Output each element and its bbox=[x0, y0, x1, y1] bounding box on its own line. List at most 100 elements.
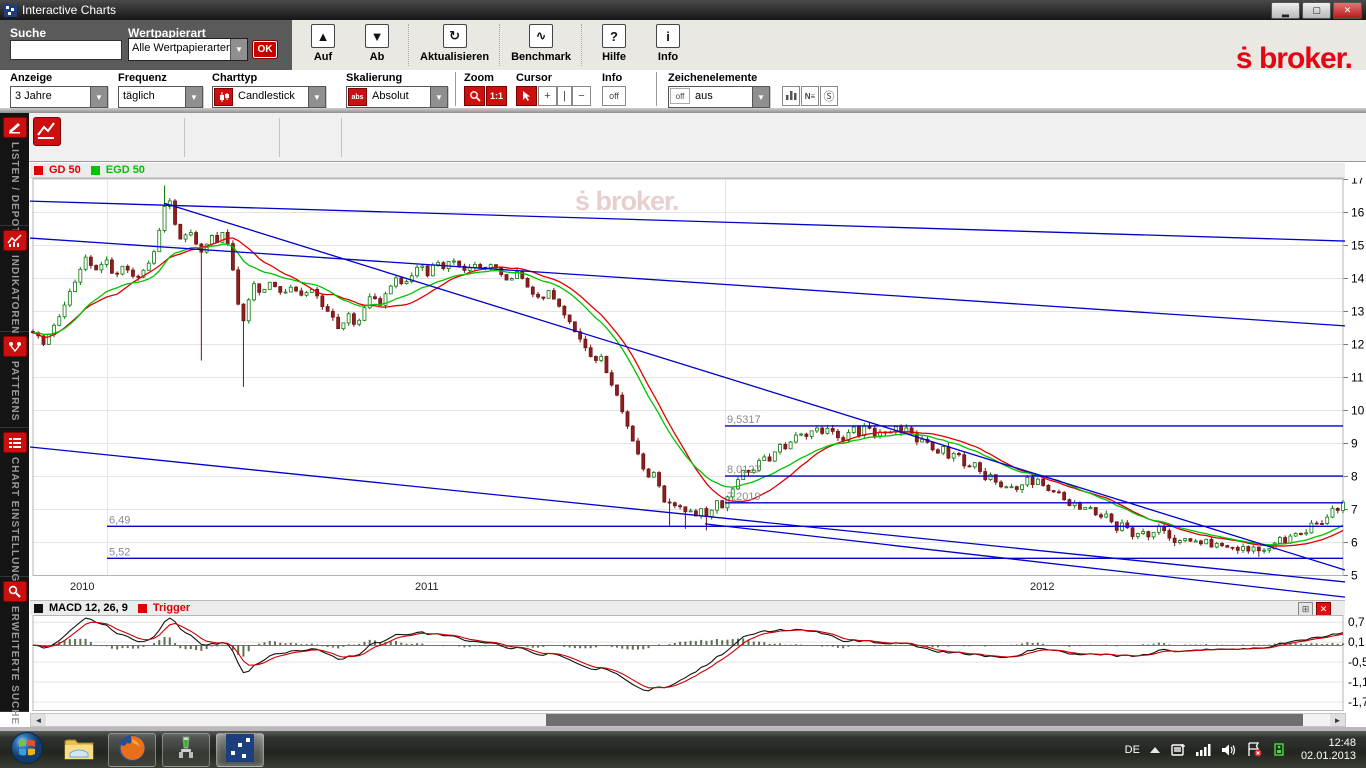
advanced-search-icon bbox=[3, 581, 27, 602]
svg-text:6,49: 6,49 bbox=[109, 514, 130, 526]
svg-text:12: 12 bbox=[1351, 338, 1365, 352]
taskbar-app-start-orb[interactable] bbox=[4, 734, 50, 766]
taskbar-app-firefox[interactable] bbox=[108, 733, 156, 767]
zeichenelemente-dropdown[interactable]: off aus▼ bbox=[668, 86, 770, 108]
hilfe-button[interactable]: ?Hilfe bbox=[587, 20, 641, 70]
security-type-dropdown[interactable]: Alle Wertpapierarten ▼ bbox=[128, 38, 248, 61]
draw-off-badge: off bbox=[670, 88, 690, 104]
legend-label: EGD 50 bbox=[106, 164, 145, 176]
question-icon: ? bbox=[602, 24, 626, 48]
taskbar-app-green-app[interactable] bbox=[162, 733, 210, 767]
sidebar-item-patterns[interactable]: PATTERNS bbox=[0, 332, 29, 428]
sidebar-item-indikatoren[interactable]: INDIKATOREN bbox=[0, 226, 29, 332]
anzeige-dropdown[interactable]: 3 Jahre▼ bbox=[10, 86, 108, 108]
frequenz-dropdown[interactable]: täglich▼ bbox=[118, 86, 203, 108]
green-status-icon[interactable] bbox=[1272, 742, 1286, 757]
ab-button[interactable]: ▼Ab bbox=[350, 20, 404, 70]
separator bbox=[499, 24, 501, 66]
auf-button[interactable]: ▲Auf bbox=[296, 20, 350, 70]
splits-button[interactable]: Ⓢ bbox=[820, 86, 838, 106]
skalierung-dropdown[interactable]: abs Absolut▼ bbox=[346, 86, 448, 108]
cursor-hline-button[interactable]: − bbox=[572, 86, 591, 106]
sidebar-item-listen-depot[interactable]: LISTEN / DEPOT bbox=[0, 113, 29, 226]
minimize-button[interactable]: ▂ bbox=[1271, 2, 1300, 19]
anzeige-label: Anzeige bbox=[10, 72, 52, 84]
legend-swatch bbox=[34, 166, 43, 175]
maximize-button[interactable]: ▢ bbox=[1302, 2, 1331, 19]
aktualisieren-button[interactable]: ↻Aktualisieren bbox=[414, 20, 495, 70]
svg-text:9,5317: 9,5317 bbox=[727, 414, 761, 426]
sidebar-item-erweiterte-suche[interactable]: ERWEITERTE SUCHE bbox=[0, 577, 29, 712]
macd-legend-bar: MACD 12, 26, 9 Trigger ⊞ ✕ bbox=[30, 600, 1345, 615]
chevron-down-icon[interactable]: ▼ bbox=[230, 39, 247, 60]
cursor-arrow-button[interactable] bbox=[516, 86, 537, 106]
search-input[interactable] bbox=[10, 40, 122, 60]
separator bbox=[408, 24, 410, 66]
scroll-left-arrow[interactable]: ◄ bbox=[31, 714, 46, 726]
svg-text:14: 14 bbox=[1351, 272, 1365, 286]
macd-expand-button[interactable]: ⊞ bbox=[1298, 602, 1313, 616]
sidebar-item-label: ERWEITERTE SUCHE bbox=[9, 606, 20, 725]
cursor-cross-button[interactable]: + bbox=[538, 86, 557, 106]
hidden-icons-icon[interactable] bbox=[1149, 745, 1161, 755]
toolbar-button-label: Auf bbox=[314, 51, 332, 63]
zoom-magnifier-button[interactable] bbox=[464, 86, 485, 106]
info-button[interactable]: iInfo bbox=[641, 20, 695, 70]
charttyp-dropdown[interactable]: Candlestick▼ bbox=[212, 86, 326, 108]
svg-text:16: 16 bbox=[1351, 206, 1365, 220]
explorer-icon bbox=[62, 733, 96, 766]
svg-text:17: 17 bbox=[1351, 178, 1365, 187]
taskbar-app-explorer[interactable] bbox=[56, 734, 102, 766]
svg-text:15: 15 bbox=[1351, 239, 1365, 253]
legend-swatch bbox=[91, 166, 100, 175]
candlestick-chart[interactable]: 1716151413121110987652010201120129,53178… bbox=[30, 178, 1366, 600]
svg-text:13: 13 bbox=[1351, 305, 1365, 319]
scroll-thumb[interactable] bbox=[546, 714, 1303, 726]
language-indicator[interactable]: DE bbox=[1125, 744, 1140, 756]
close-button[interactable]: ✕ bbox=[1333, 2, 1362, 19]
ok-button[interactable]: OK bbox=[252, 40, 278, 59]
start-orb-icon bbox=[10, 731, 44, 768]
taskbar: DE 12:48 02.01.2013 bbox=[0, 731, 1366, 768]
main-chart-panel[interactable]: 1716151413121110987652010201120129,53178… bbox=[30, 178, 1366, 600]
taskbar-app-charts-app[interactable] bbox=[216, 733, 264, 767]
macd-close-button[interactable]: ✕ bbox=[1316, 602, 1331, 616]
chevron-down-icon: ▼ bbox=[185, 87, 202, 107]
quote-chart-icon[interactable] bbox=[33, 117, 61, 146]
action-center-flag-icon[interactable] bbox=[1246, 742, 1263, 757]
zeichenelemente-label: Zeichenelemente bbox=[668, 72, 757, 84]
svg-text:-0,5: -0,5 bbox=[1348, 655, 1366, 669]
svg-text:2010: 2010 bbox=[70, 581, 94, 593]
sidebar-item-label: LISTEN / DEPOT bbox=[9, 142, 20, 234]
svg-text:8,0127: 8,0127 bbox=[727, 464, 761, 476]
macd-panel[interactable]: 0,70,1-0,5-1,1-1,7 bbox=[30, 615, 1366, 713]
info-mode-label: Info bbox=[602, 72, 622, 84]
scroll-right-arrow[interactable]: ► bbox=[1330, 714, 1345, 726]
taskbar-clock[interactable]: 12:48 02.01.2013 bbox=[1295, 737, 1356, 763]
search-label: Suche bbox=[10, 26, 46, 40]
bar-chart-icon bbox=[786, 89, 797, 103]
trigger-legend-swatch bbox=[138, 604, 147, 613]
info-off-button[interactable]: off bbox=[602, 86, 626, 106]
benchmark-button[interactable]: ∿Benchmark bbox=[505, 20, 577, 70]
window-title: Interactive Charts bbox=[22, 3, 116, 17]
horizontal-scrollbar[interactable]: ◄ ► bbox=[30, 713, 1346, 727]
volume-icon[interactable] bbox=[1221, 743, 1237, 757]
sidebar-item-chart-einstellungen[interactable]: CHART EINSTELLUNGEN bbox=[0, 428, 29, 577]
network-signal-icon[interactable] bbox=[1195, 743, 1212, 757]
clock-time: 12:48 bbox=[1301, 737, 1356, 750]
zoom-1to1-button[interactable]: 1:1 bbox=[486, 86, 507, 106]
macd-legend-swatch bbox=[34, 604, 43, 613]
macd-chart[interactable]: 0,70,1-0,5-1,1-1,7 bbox=[30, 615, 1366, 713]
volume-bars-button[interactable] bbox=[782, 86, 800, 106]
news-button[interactable]: N≡ bbox=[801, 86, 819, 106]
clock-date: 02.01.2013 bbox=[1301, 750, 1356, 763]
chevron-down-icon: ▼ bbox=[752, 87, 769, 107]
toolbar-button-label: Ab bbox=[370, 51, 385, 63]
svg-text:-1,7: -1,7 bbox=[1348, 695, 1366, 709]
cursor-vline-button[interactable]: | bbox=[557, 86, 572, 106]
separator bbox=[581, 24, 583, 66]
svg-text:0,7: 0,7 bbox=[1348, 615, 1365, 629]
remote-device-icon[interactable] bbox=[1170, 742, 1186, 758]
news-icon: N≡ bbox=[805, 92, 815, 101]
